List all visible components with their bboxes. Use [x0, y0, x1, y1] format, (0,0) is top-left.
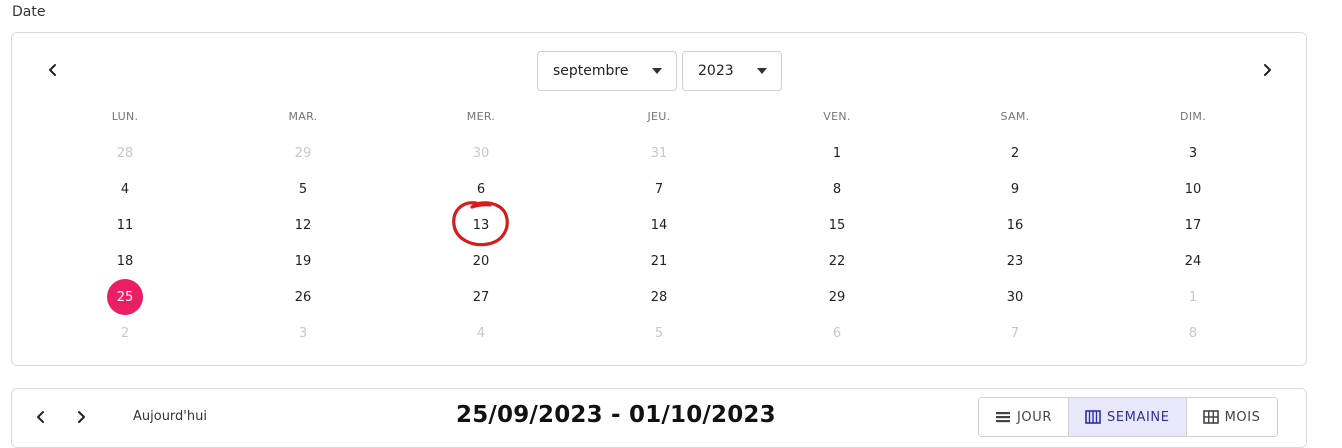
view-week-button[interactable]: SEMAINE: [1069, 398, 1187, 436]
day-cell[interactable]: 14: [641, 207, 677, 243]
day-cell[interactable]: 27: [463, 279, 499, 315]
day-cell-outside-month[interactable]: 31: [641, 135, 677, 171]
next-month-button[interactable]: [1255, 58, 1279, 82]
date-range-title: 25/09/2023 - 01/10/2023: [456, 402, 776, 428]
day-cell-outside-month[interactable]: 1: [1175, 279, 1211, 315]
view-week-label: SEMAINE: [1107, 409, 1170, 425]
view-day-label: JOUR: [1017, 409, 1053, 425]
day-cell[interactable]: 7: [641, 171, 677, 207]
day-cell[interactable]: 10: [1175, 171, 1211, 207]
day-cell[interactable]: 12: [285, 207, 321, 243]
day-cell-outside-month[interactable]: 3: [285, 315, 321, 351]
weekday-label: VEN.: [823, 110, 851, 123]
day-cell-outside-month[interactable]: 6: [819, 315, 855, 351]
view-day-button[interactable]: JOUR: [979, 398, 1070, 436]
day-cell[interactable]: 30: [997, 279, 1033, 315]
day-cell[interactable]: 6: [463, 171, 499, 207]
chevron-left-icon: [37, 411, 44, 423]
day-cell[interactable]: 13: [463, 207, 499, 243]
month-grid-icon: [1202, 410, 1219, 424]
view-month-button[interactable]: MOIS: [1186, 398, 1277, 436]
year-select-value: 2023: [698, 63, 734, 79]
day-cell[interactable]: 2: [997, 135, 1033, 171]
day-cell[interactable]: 20: [463, 243, 499, 279]
caret-down-icon: [652, 68, 662, 74]
today-button[interactable]: Aujourd'hui: [133, 409, 207, 424]
view-month-label: MOIS: [1224, 409, 1261, 425]
day-cell[interactable]: 5: [285, 171, 321, 207]
day-cell[interactable]: 8: [819, 171, 855, 207]
month-select-value: septembre: [553, 63, 629, 79]
day-cell[interactable]: 11: [107, 207, 143, 243]
week-columns-icon: [1085, 410, 1101, 424]
previous-week-button[interactable]: [30, 406, 52, 428]
view-switcher: JOUR SEMAINE MOIS: [978, 397, 1278, 437]
chevron-right-icon: [1264, 64, 1271, 76]
next-week-button[interactable]: [70, 406, 92, 428]
day-cell[interactable]: 15: [819, 207, 855, 243]
chevron-left-icon: [49, 64, 56, 76]
weekday-label: MER.: [466, 110, 496, 123]
day-cell[interactable]: 22: [819, 243, 855, 279]
day-cell-outside-month[interactable]: 4: [463, 315, 499, 351]
day-cell-selected[interactable]: 25: [107, 279, 143, 315]
day-cell[interactable]: 26: [285, 279, 321, 315]
day-cell[interactable]: 18: [107, 243, 143, 279]
day-cell-outside-month[interactable]: 29: [285, 135, 321, 171]
weekday-label: MAR.: [288, 110, 318, 123]
day-cell[interactable]: 24: [1175, 243, 1211, 279]
previous-month-button[interactable]: [41, 58, 65, 82]
day-cell[interactable]: 23: [997, 243, 1033, 279]
weekday-label: SAM.: [1000, 110, 1030, 123]
day-cell-outside-month[interactable]: 8: [1175, 315, 1211, 351]
weekday-label: JEU.: [647, 110, 671, 123]
day-cell[interactable]: 28: [641, 279, 677, 315]
weekday-label: LUN.: [111, 110, 139, 123]
weekday-label: DIM.: [1180, 110, 1206, 123]
day-cell[interactable]: 1: [819, 135, 855, 171]
month-select[interactable]: septembre: [537, 51, 677, 91]
day-cell[interactable]: 4: [107, 171, 143, 207]
day-cell[interactable]: 17: [1175, 207, 1211, 243]
day-cell[interactable]: 9: [997, 171, 1033, 207]
chevron-right-icon: [78, 411, 85, 423]
day-cell[interactable]: 16: [997, 207, 1033, 243]
day-cell[interactable]: 21: [641, 243, 677, 279]
day-cell[interactable]: 19: [285, 243, 321, 279]
list-icon: [996, 412, 1010, 423]
day-cell[interactable]: 29: [819, 279, 855, 315]
day-cell-outside-month[interactable]: 28: [107, 135, 143, 171]
caret-down-icon: [757, 68, 767, 74]
day-cell-outside-month[interactable]: 30: [463, 135, 499, 171]
day-cell-outside-month[interactable]: 5: [641, 315, 677, 351]
day-cell-outside-month[interactable]: 7: [997, 315, 1033, 351]
year-select[interactable]: 2023: [682, 51, 782, 91]
day-cell[interactable]: 3: [1175, 135, 1211, 171]
date-field-label: Date: [12, 4, 46, 20]
day-cell-outside-month[interactable]: 2: [107, 315, 143, 351]
